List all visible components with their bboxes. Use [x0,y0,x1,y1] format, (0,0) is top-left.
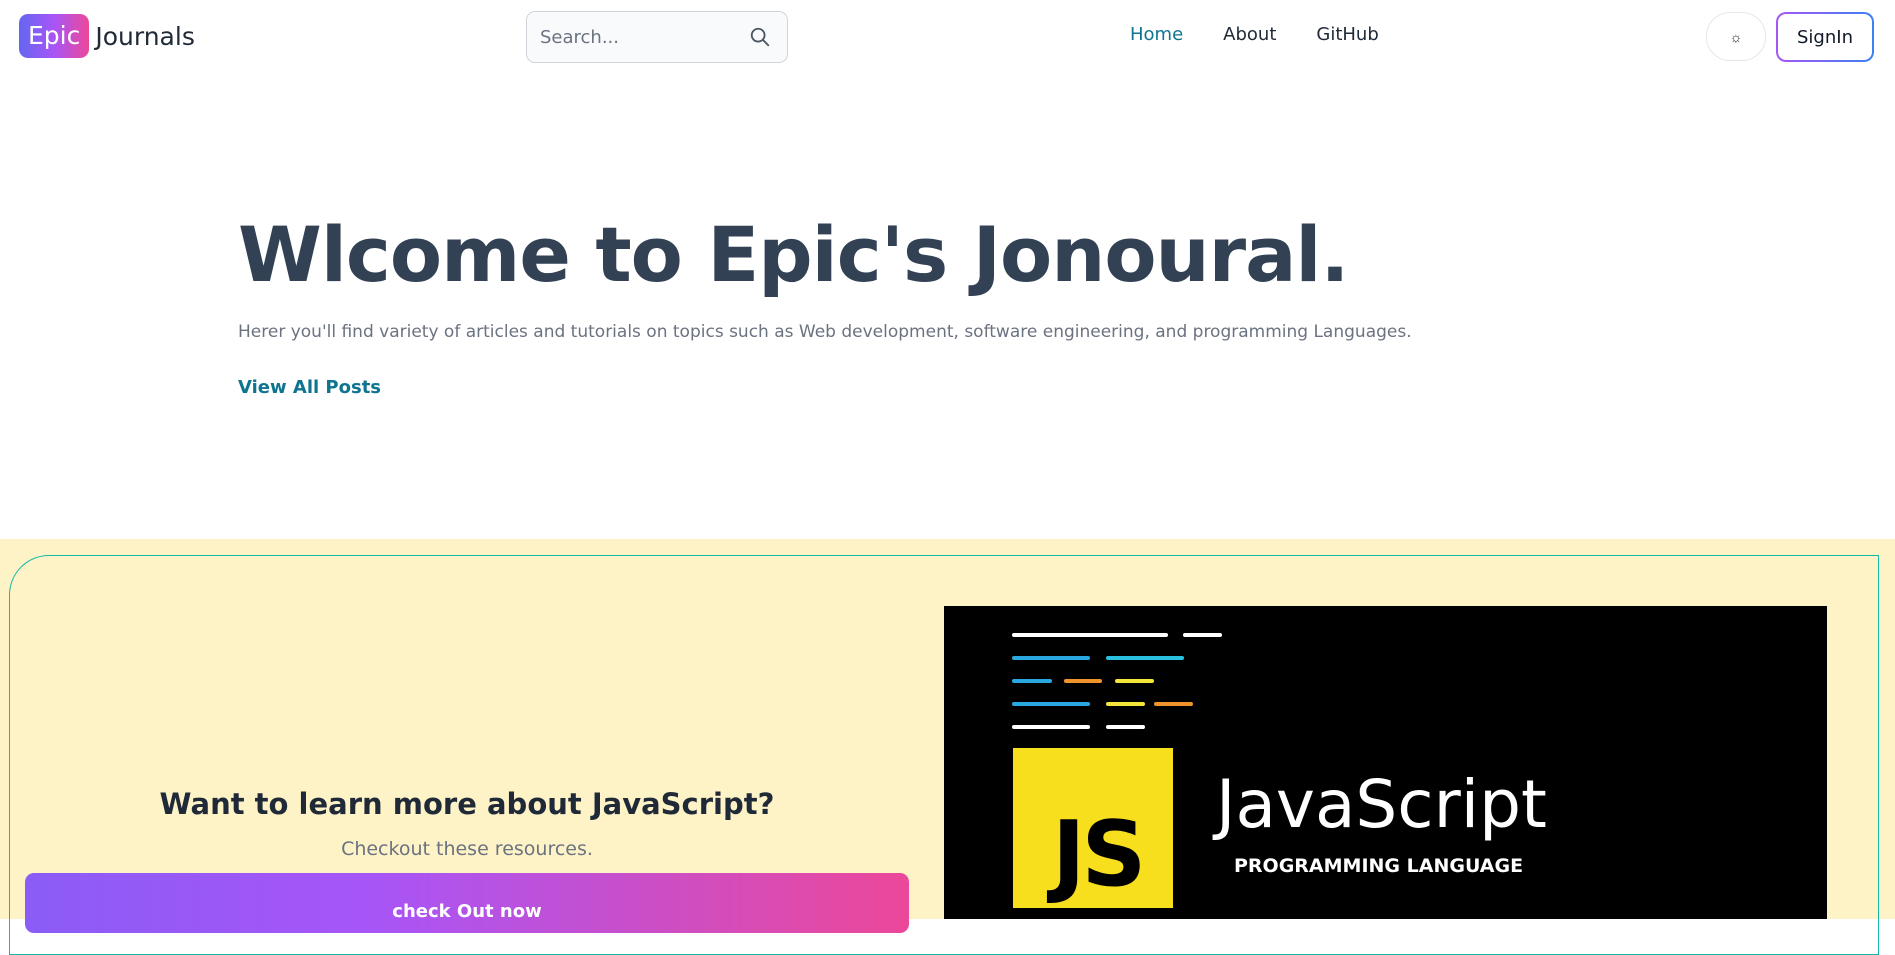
signin-button[interactable]: SignIn [1778,14,1872,60]
code-lines-illustration [1012,633,1222,729]
sun-icon: ☼ [1729,28,1743,45]
site-logo[interactable]: Epic Journals [19,14,195,58]
js-logo-letters: JS [1052,802,1146,907]
main-nav: Home About GitHub [1130,24,1379,45]
nav-link-about[interactable]: About [1223,24,1276,45]
top-navbar: Epic Journals Home About GitHub ☼ SignIn [0,0,1895,76]
promo-subheading: Checkout these resources. [341,838,593,860]
view-all-posts-link[interactable]: View All Posts [238,377,381,398]
javascript-banner-image: JS JavaScript PROGRAMMING LANGUAGE [944,606,1827,919]
search-icon[interactable] [749,26,771,48]
js-logo: JS [1013,748,1173,908]
nav-link-github[interactable]: GitHub [1316,24,1378,45]
check-out-now-button[interactable]: check Out now [25,873,909,933]
hero-subtitle: Herer you'll find variety of articles an… [238,322,1412,342]
javascript-title: JavaScript [1216,766,1547,843]
signin-button-border: SignIn [1776,12,1874,62]
promo-heading: Want to learn more about JavaScript? [159,787,775,821]
logo-badge: Epic [19,14,90,58]
search-form [526,11,788,63]
logo-text: Journals [95,21,195,51]
javascript-tagline: PROGRAMMING LANGUAGE [1234,855,1524,877]
theme-toggle-button[interactable]: ☼ [1706,12,1766,61]
hero-title: Wlcome to Epic's Jonoural. [238,210,1349,299]
nav-link-home[interactable]: Home [1130,24,1183,45]
search-input[interactable] [528,13,743,61]
